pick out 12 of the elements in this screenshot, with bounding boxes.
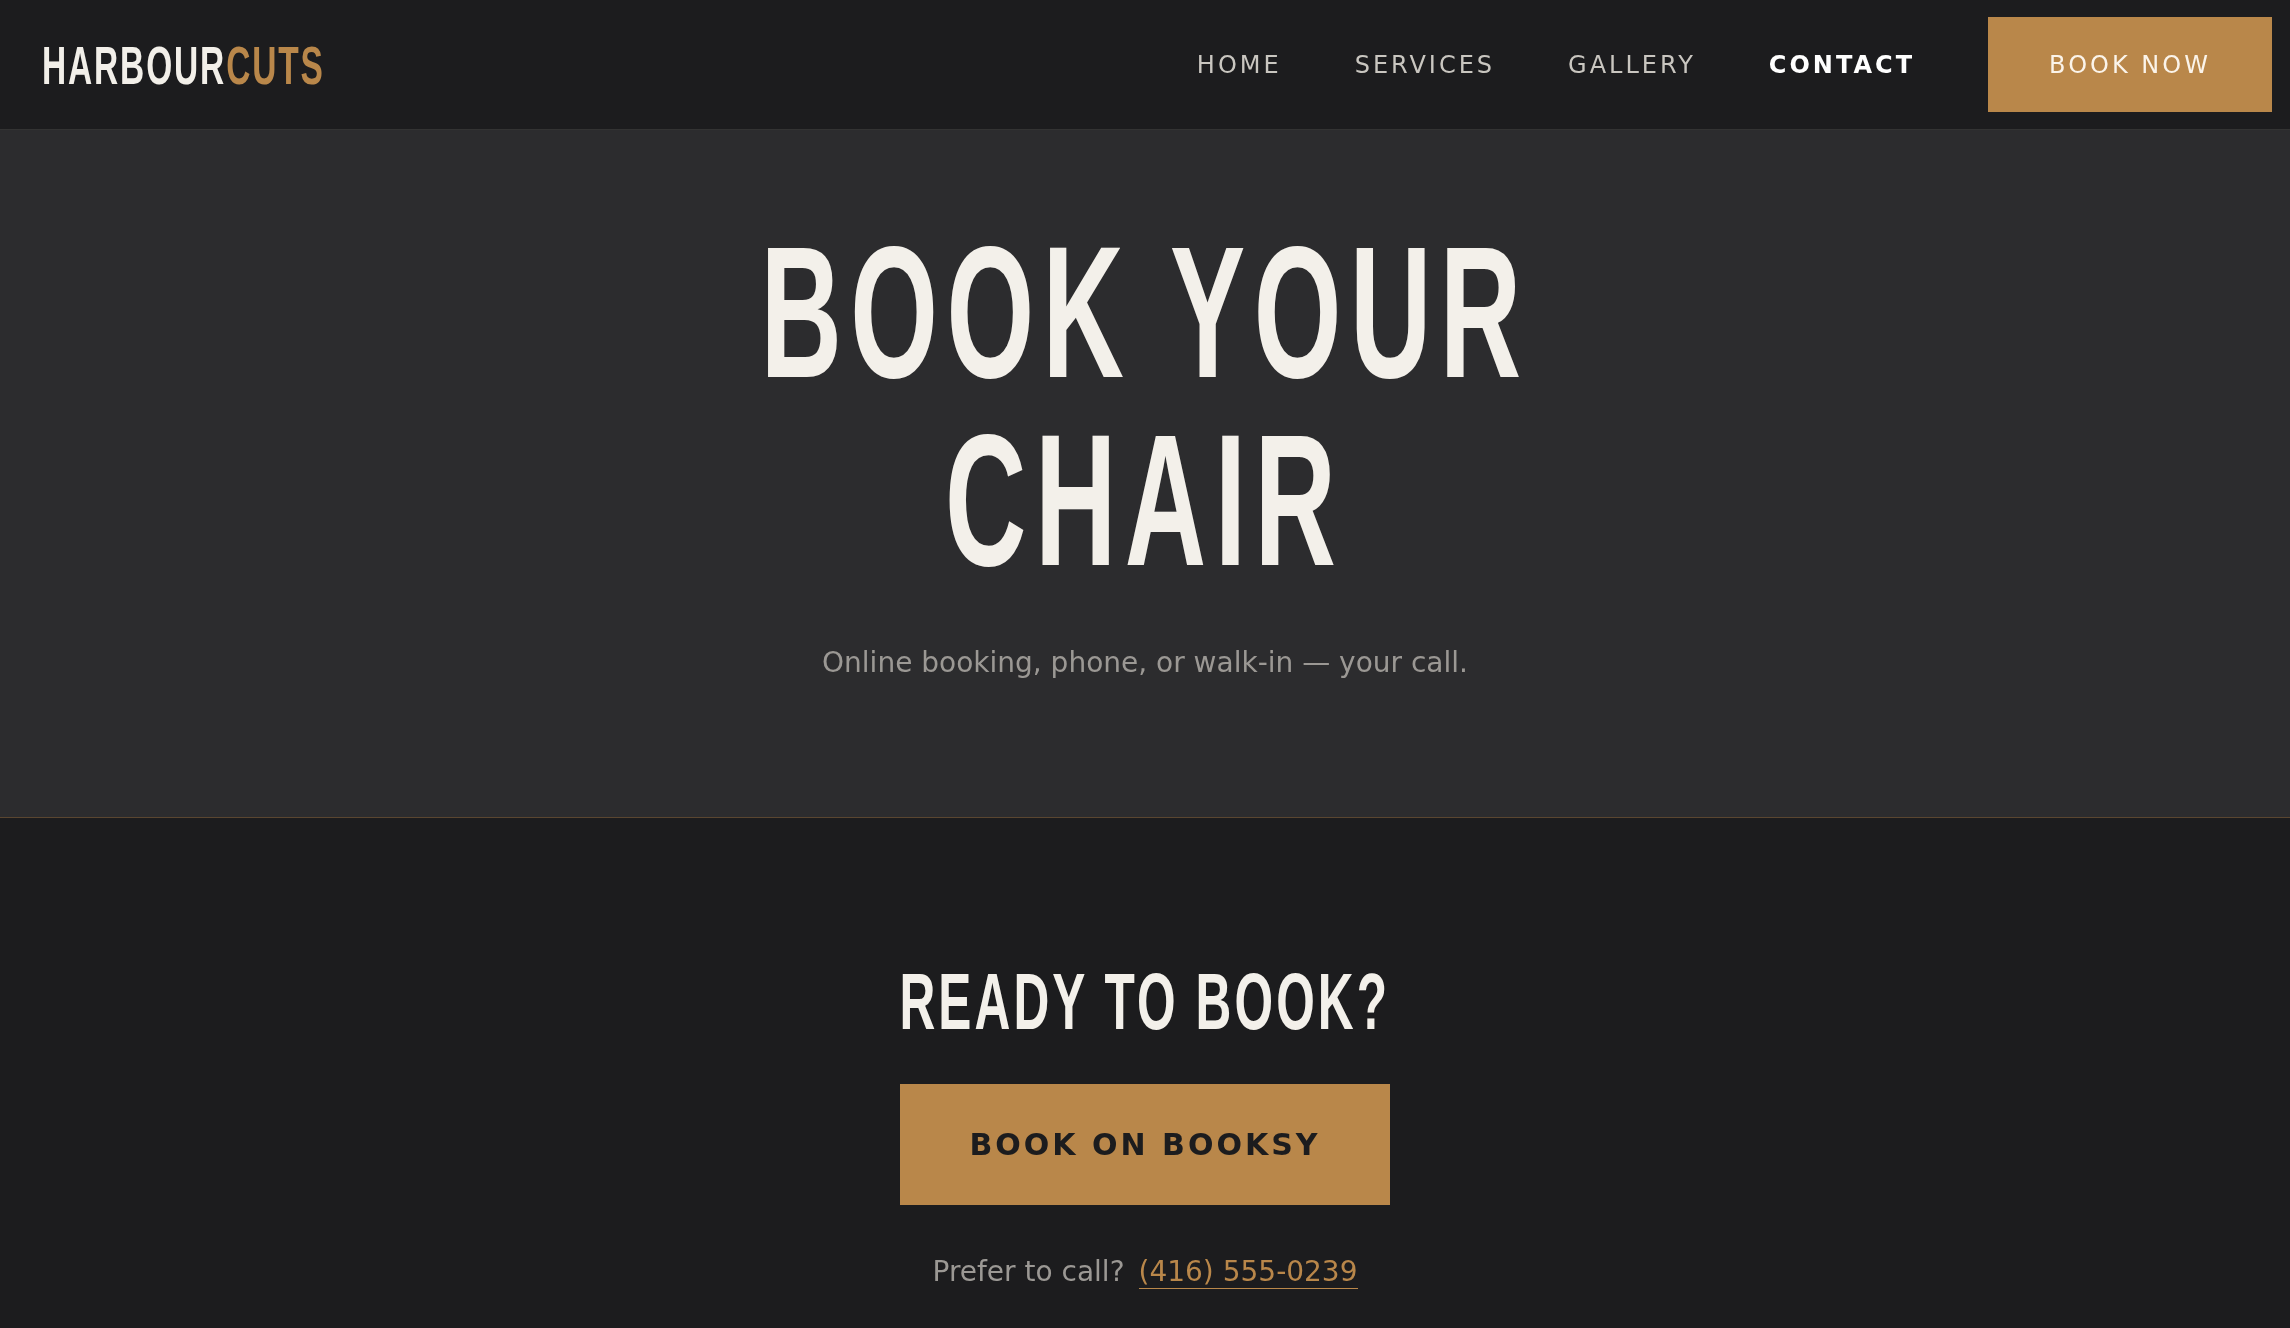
hero-subtitle: Online booking, phone, or walk-in — your call. <box>822 646 1468 679</box>
nav-link[interactable]: CONTACT <box>1768 50 1915 79</box>
logo[interactable]: HARBOURCUTS <box>42 33 325 96</box>
nav-link[interactable]: HOME <box>1196 50 1282 79</box>
hero-title: CHAIR <box>945 406 1345 594</box>
call-prompt: Prefer to call? <box>932 1255 1125 1288</box>
hero-title: BOOK YOUR <box>760 218 1530 406</box>
book-button[interactable]: BOOK ON BOOKSY <box>900 1084 1390 1205</box>
nav-link[interactable]: GALLERY <box>1568 50 1696 79</box>
nav-link[interactable]: SERVICES <box>1354 50 1496 79</box>
phone-link[interactable]: (416) 555-0239 <box>1138 1255 1358 1289</box>
booking-heading: READY TO BOOK? <box>899 960 1391 1044</box>
